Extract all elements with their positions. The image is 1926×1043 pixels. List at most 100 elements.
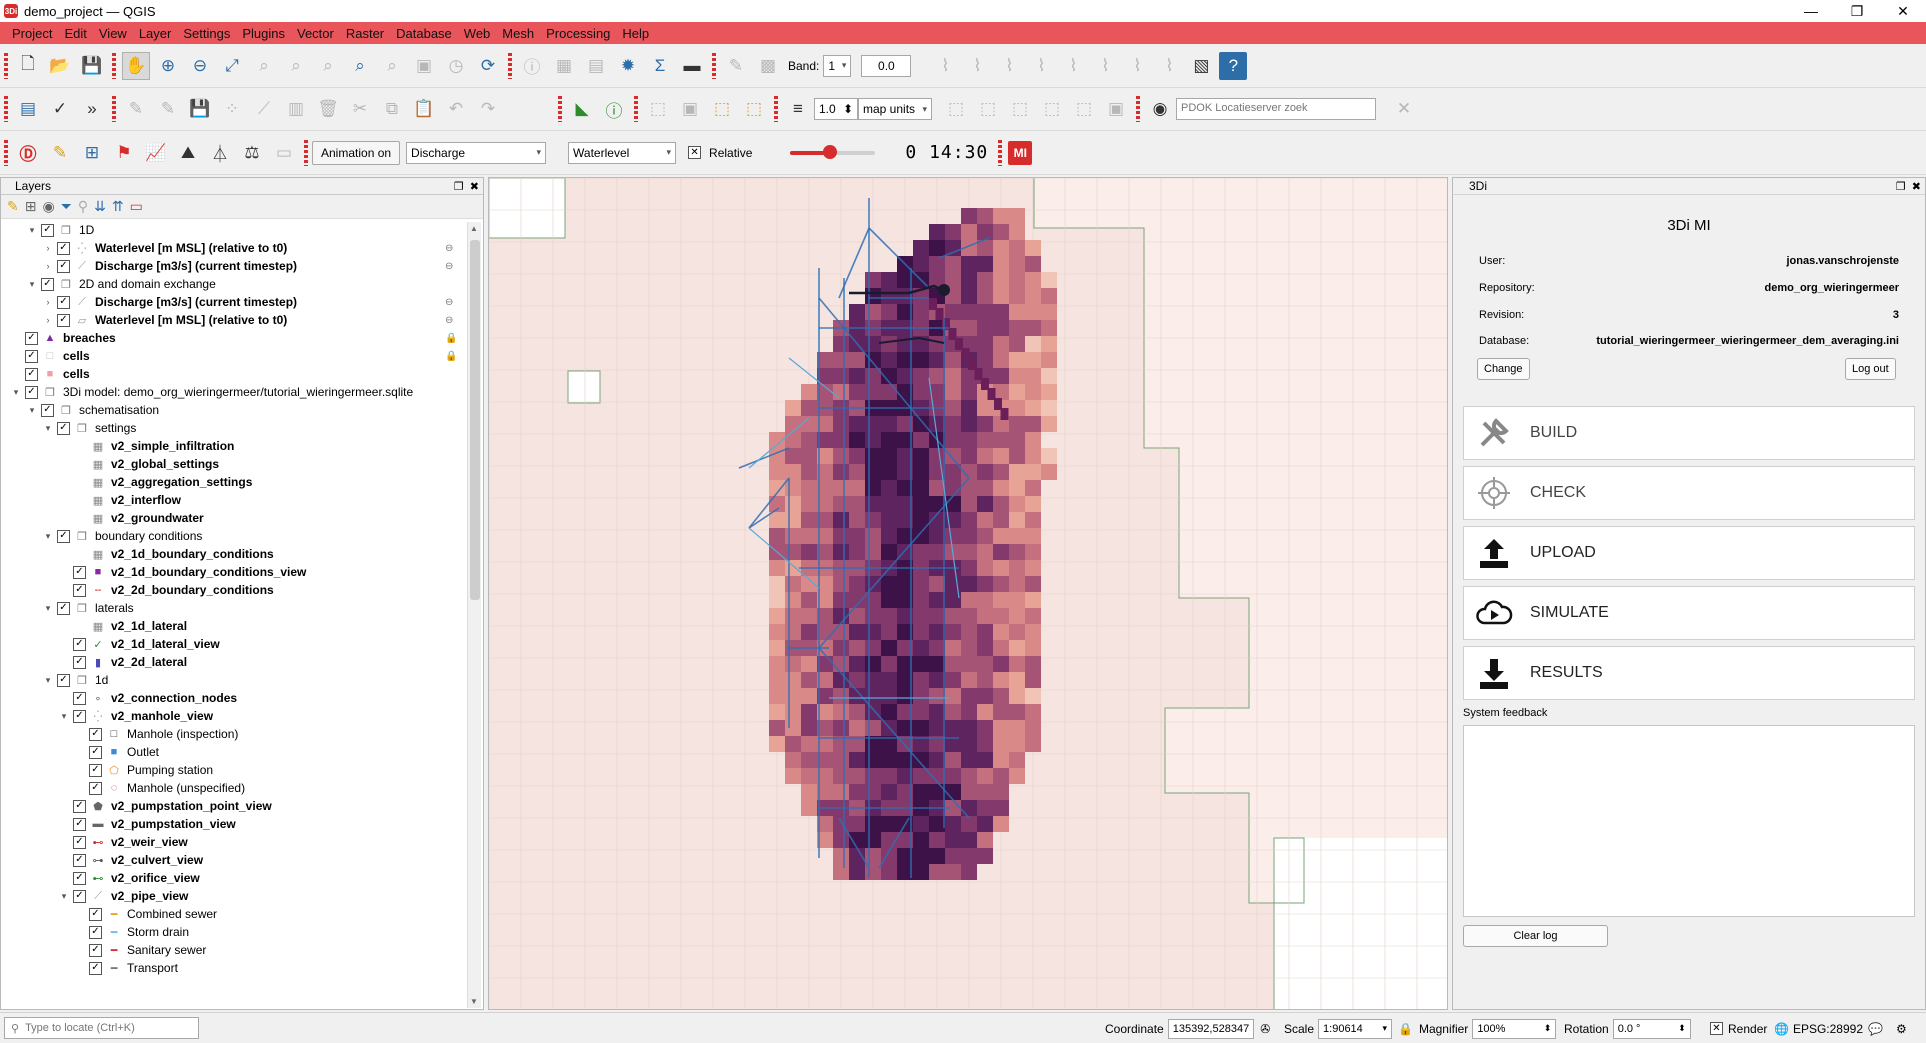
layer-visibility-checkbox[interactable]: ✓: [41, 223, 54, 237]
layer-tree-row[interactable]: ▾ ✓ ❐ schematisation: [1, 401, 463, 419]
copy-features-icon[interactable]: ⧉: [378, 95, 406, 123]
minimize-button[interactable]: —: [1788, 0, 1834, 22]
undo-icon[interactable]: ↶: [442, 95, 470, 123]
add-layer-icon[interactable]: ⊞: [78, 139, 106, 167]
system-feedback-log[interactable]: [1463, 725, 1915, 917]
collapse-arrow-icon[interactable]: ▾: [27, 405, 37, 416]
toolbar-handle[interactable]: [112, 96, 116, 122]
layer-visibility-checkbox[interactable]: ✓: [25, 349, 38, 363]
results-button[interactable]: RESULTS: [1463, 646, 1915, 700]
layer-visibility-checkbox[interactable]: ✓: [41, 277, 54, 291]
zoom-layer-icon[interactable]: ⌕: [282, 52, 310, 80]
toolbar-handle[interactable]: [4, 139, 8, 166]
toolbar-handle[interactable]: [4, 52, 8, 79]
layer-tree-row[interactable]: ▦ v2_interflow: [1, 491, 463, 509]
change-button[interactable]: Change: [1477, 358, 1530, 380]
menu-project[interactable]: Project: [6, 26, 58, 41]
cross-section-icon[interactable]: ⏃: [206, 139, 234, 167]
layer-tree-row[interactable]: ▾ ✓ ❐ 1d: [1, 671, 463, 689]
toolbar-handle[interactable]: [712, 52, 716, 79]
layer-tree-row[interactable]: ✓ ▲ breaches 🔒: [1, 329, 463, 347]
layer-tree-row[interactable]: ▾ ✓ ❐ 1D: [1, 221, 463, 239]
annotation-tool-icon[interactable]: ⬚: [974, 95, 1002, 123]
menu-settings[interactable]: Settings: [177, 26, 236, 41]
collapse-all-icon[interactable]: ⇈: [112, 198, 124, 215]
band-select[interactable]: 1 ▾: [823, 54, 852, 77]
layer-tree-row[interactable]: ✓ ━ Storm drain: [1, 923, 463, 941]
annotation-tool-icon[interactable]: ⬚: [942, 95, 970, 123]
pdok-locator-icon[interactable]: ◉: [1146, 95, 1174, 123]
pipette-icon[interactable]: ✎: [722, 52, 750, 80]
layer-visibility-checkbox[interactable]: ✓: [89, 781, 102, 795]
layer-visibility-checkbox[interactable]: ✓: [73, 799, 86, 813]
expand-all-icon[interactable]: ⇊: [94, 198, 106, 215]
expand-arrow-icon[interactable]: ›: [43, 243, 53, 253]
toolbar-handle[interactable]: [558, 96, 562, 122]
menu-plugins[interactable]: Plugins: [236, 26, 291, 41]
measure-icon[interactable]: ▬: [678, 52, 706, 80]
layer-visibility-checkbox[interactable]: ✓: [89, 943, 102, 957]
menu-mesh[interactable]: Mesh: [496, 26, 540, 41]
layer-tree-row[interactable]: ▾ ✓ ❐ 2D and domain exchange: [1, 275, 463, 293]
undock-icon[interactable]: ❐: [454, 180, 464, 193]
messages-icon[interactable]: 💬: [1868, 1018, 1883, 1039]
layer-tree-row[interactable]: › ✓ ⟋ Discharge [m3/s] (current timestep) ⊖: [1, 257, 463, 275]
relative-checkbox[interactable]: ✕: [688, 146, 702, 159]
field-calculator-icon[interactable]: ▤: [582, 52, 610, 80]
layer-tree-row[interactable]: ✓ ■ v2_1d_boundary_conditions_view: [1, 563, 463, 581]
annotation-tool-icon[interactable]: ⬚: [1038, 95, 1066, 123]
node-variable-select[interactable]: Waterlevel ▾: [568, 141, 677, 164]
layer-visibility-checkbox[interactable]: ✓: [73, 655, 86, 669]
layer-visibility-checkbox[interactable]: ✓: [41, 403, 54, 417]
layer-indicator-icon[interactable]: ⊖: [445, 261, 453, 272]
line-variable-select[interactable]: Discharge ▾: [406, 141, 547, 164]
digitize-tool-icon[interactable]: ⌇: [1059, 52, 1087, 80]
layer-visibility-checkbox[interactable]: ✓: [73, 691, 86, 705]
identify-icon[interactable]: ⓘ: [518, 52, 546, 80]
menu-processing[interactable]: Processing: [540, 26, 616, 41]
layer-visibility-checkbox[interactable]: ✓: [25, 385, 38, 399]
collapse-arrow-icon[interactable]: ▾: [43, 423, 53, 434]
new-project-icon[interactable]: 🗋: [14, 52, 42, 80]
layer-tree-row[interactable]: ▾ ✓ ⟋ v2_pipe_view: [1, 887, 463, 905]
open-project-icon[interactable]: 📂: [46, 52, 74, 80]
check-button[interactable]: CHECK: [1463, 466, 1915, 520]
layer-visibility-checkbox[interactable]: ✓: [25, 367, 38, 381]
settings-gear-icon[interactable]: ✹: [614, 52, 642, 80]
toolbar-handle[interactable]: [508, 52, 512, 79]
toolbox-icon[interactable]: ⚑: [110, 139, 138, 167]
collapse-arrow-icon[interactable]: ▾: [43, 531, 53, 542]
collapse-arrow-icon[interactable]: ▾: [43, 675, 53, 686]
layer-tree-row[interactable]: ✓ ◌ Manhole (unspecified): [1, 779, 463, 797]
layer-tree-row[interactable]: › ✓ ⁛ Waterlevel [m MSL] (relative to t0) ⊖: [1, 239, 463, 257]
toolbar-handle[interactable]: [634, 96, 638, 122]
layer-tree-row[interactable]: ✓ ⊷ v2_orifice_view: [1, 869, 463, 887]
layer-visibility-checkbox[interactable]: ✓: [57, 421, 70, 435]
layer-tree-row[interactable]: ▦ v2_aggregation_settings: [1, 473, 463, 491]
menu-view[interactable]: View: [93, 26, 133, 41]
plugin-tool-icon[interactable]: ▧: [1187, 52, 1215, 80]
layer-tree-row[interactable]: ✓ □ Manhole (inspection): [1, 725, 463, 743]
layer-visibility-checkbox[interactable]: ✓: [57, 601, 70, 615]
terrain-icon[interactable]: ◣: [568, 95, 596, 123]
line-width-icon[interactable]: ≡: [784, 95, 812, 123]
expand-arrow-icon[interactable]: ›: [43, 315, 53, 325]
layer-tree-row[interactable]: ✓ ✓ v2_1d_lateral_view: [1, 635, 463, 653]
pan-map-icon[interactable]: ✋: [122, 51, 150, 80]
digitize-tool-icon[interactable]: ⌇: [1123, 52, 1151, 80]
clear-search-icon[interactable]: ✕: [1390, 95, 1418, 123]
render-checkbox[interactable]: ✕: [1710, 1022, 1723, 1035]
layer-visibility-checkbox[interactable]: ✓: [89, 925, 102, 939]
collapse-arrow-icon[interactable]: ▾: [59, 891, 69, 902]
data-source-manager-icon[interactable]: ▤: [14, 95, 42, 123]
layer-tree-row[interactable]: › ✓ ⟋ Discharge [m3/s] (current timestep) ⊖: [1, 293, 463, 311]
layer-tree-row[interactable]: ✓ □ cells 🔒: [1, 347, 463, 365]
map-canvas[interactable]: [488, 177, 1448, 1010]
toggle-editing-icon[interactable]: ✎: [122, 95, 150, 123]
width-spinbox[interactable]: 1.0 ⬍: [814, 98, 858, 120]
collapse-arrow-icon[interactable]: ▾: [43, 603, 53, 614]
cut-features-icon[interactable]: ✂: [346, 95, 374, 123]
redo-icon[interactable]: ↷: [474, 95, 502, 123]
digitize-tool-icon[interactable]: ⌇: [931, 52, 959, 80]
info-icon[interactable]: ⓘ: [600, 95, 628, 123]
